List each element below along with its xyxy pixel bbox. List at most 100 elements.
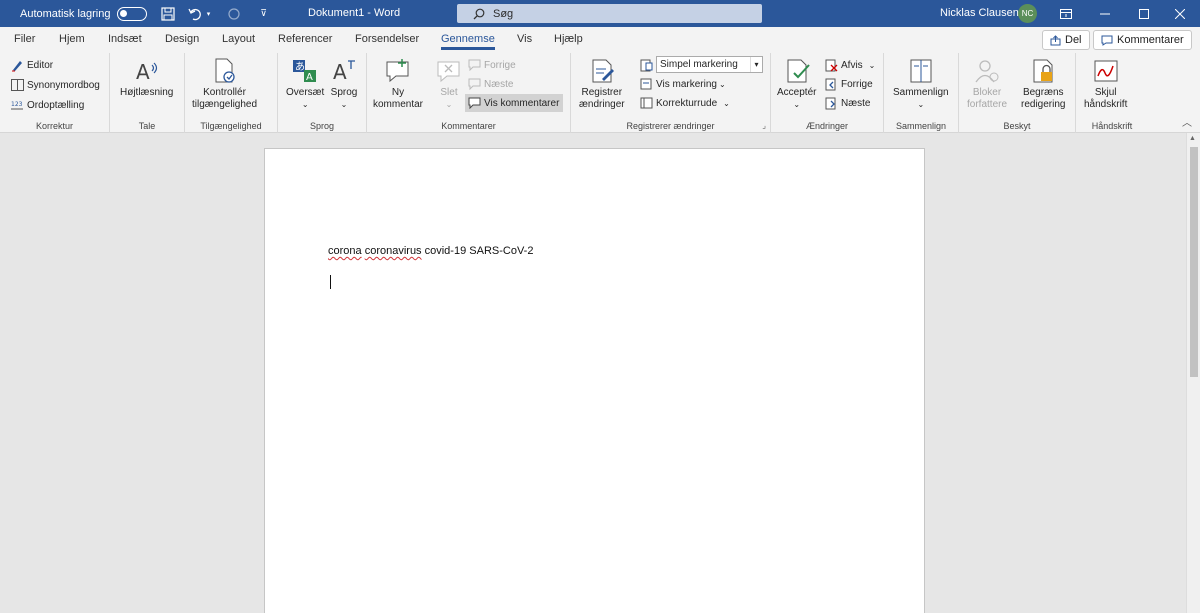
- tab-hjaelp[interactable]: Hjælp: [554, 33, 583, 45]
- group-label-tilgaengelighed: Tilgængelighed: [200, 121, 262, 131]
- next-change-button[interactable]: Næste: [824, 96, 870, 110]
- markup-display-icon-wrap: [639, 58, 656, 72]
- tab-filer[interactable]: Filer: [14, 33, 35, 45]
- compare-button[interactable]: Sammenlign ⌄: [893, 56, 949, 111]
- delete-comment-button[interactable]: Slet ⌄: [434, 56, 464, 111]
- chevron-down-icon: ▾: [750, 57, 762, 72]
- block-authors-button[interactable]: Bloker forfattere: [967, 56, 1007, 111]
- tab-design[interactable]: Design: [165, 33, 199, 45]
- search-placeholder: Søg: [493, 7, 514, 20]
- group-label-protect: Beskyt: [1003, 121, 1031, 131]
- comments-label: Kommentarer: [1117, 34, 1184, 46]
- track-changes-icon: [587, 56, 617, 86]
- tab-forsendelser[interactable]: Forsendelser: [355, 33, 419, 45]
- check-accessibility-button[interactable]: Kontrollér tilgængelighed: [192, 56, 257, 111]
- word-corona[interactable]: corona: [328, 245, 362, 257]
- lock-icon: [1028, 56, 1058, 86]
- close-icon[interactable]: [1160, 0, 1200, 27]
- text-cursor: [330, 275, 331, 289]
- language-button[interactable]: A Sprog ⌄: [329, 56, 359, 111]
- group-compare: Sammenlign ⌄ Sammenlign: [884, 53, 959, 133]
- scroll-up-icon[interactable]: ▲: [1189, 135, 1196, 142]
- word-coronavirus[interactable]: coronavirus: [365, 245, 422, 257]
- reject-button[interactable]: Afvis ⌄: [824, 58, 875, 72]
- block-authors-icon: [972, 56, 1002, 86]
- next-comment-button[interactable]: Næste: [467, 77, 513, 91]
- accessibility-icon: [210, 56, 240, 86]
- user-name[interactable]: Nicklas Clausen: [940, 7, 1019, 19]
- redo-icon: [225, 5, 243, 23]
- compare-icon: [906, 56, 936, 86]
- group-changes: Acceptér ⌄ Afvis ⌄ Forrige Næste Ændring…: [771, 53, 884, 133]
- document-area[interactable]: corona coronavirus covid-19 SARS-CoV-2: [0, 133, 1200, 613]
- group-label-ink: Håndskrift: [1091, 121, 1133, 131]
- tab-hjem[interactable]: Hjem: [59, 33, 85, 45]
- previous-change-button[interactable]: Forrige: [824, 77, 873, 91]
- show-comments-button[interactable]: Vis kommentarer: [465, 94, 564, 112]
- svg-text:123: 123: [11, 101, 23, 108]
- avatar[interactable]: NC: [1018, 4, 1037, 23]
- scrollbar-thumb[interactable]: [1190, 147, 1198, 377]
- translate-button[interactable]: あA Oversæt ⌄: [286, 56, 324, 111]
- group-label-sprog: Sprog: [309, 121, 335, 131]
- document-page[interactable]: corona coronavirus covid-19 SARS-CoV-2: [264, 148, 925, 613]
- hide-ink-button[interactable]: Skjul håndskrift: [1084, 56, 1127, 111]
- word-count-icon: 123: [10, 98, 24, 112]
- accept-button[interactable]: Acceptér ⌄: [777, 56, 816, 111]
- tab-gennemse[interactable]: Gennemse: [441, 33, 495, 50]
- group-label-compare: Sammenlign: [895, 121, 947, 131]
- search-box[interactable]: Søg: [457, 4, 762, 23]
- restrict-editing-button[interactable]: Begræns redigering: [1021, 56, 1065, 111]
- ribbon-tabs: Filer Hjem Indsæt Design Layout Referenc…: [0, 27, 1200, 53]
- markup-select[interactable]: Simpel markering ▾: [656, 56, 763, 73]
- delete-comment-icon: [434, 56, 464, 86]
- editor-button[interactable]: Editor: [10, 58, 53, 72]
- tab-vis[interactable]: Vis: [517, 33, 532, 45]
- group-tale: A Højtlæsning Tale: [110, 53, 185, 133]
- group-korrektur: Editor Synonymordbog 123 Ordoptælling Ko…: [0, 53, 110, 133]
- word-covid[interactable]: covid-19: [425, 245, 467, 257]
- editor-pen-icon: [10, 58, 24, 72]
- customize-qat-icon[interactable]: ⊽: [255, 5, 273, 23]
- undo-dropdown-icon[interactable]: ▾: [205, 5, 213, 23]
- show-markup-icon: [639, 77, 653, 91]
- new-comment-button[interactable]: Ny kommentar: [373, 56, 423, 111]
- show-markup-button[interactable]: Vis markering ⌄: [639, 77, 726, 91]
- tab-referencer[interactable]: Referencer: [278, 33, 332, 45]
- word-count-button[interactable]: 123 Ordoptælling: [10, 98, 84, 112]
- collapse-ribbon-icon[interactable]: ︿: [1182, 114, 1192, 129]
- autosave: Automatisk lagring: [20, 6, 147, 21]
- show-comments-icon: [467, 96, 481, 110]
- reviewing-pane-button[interactable]: Korrekturrude ⌄: [639, 96, 730, 110]
- group-label-changes: Ændringer: [805, 121, 849, 131]
- save-icon[interactable]: [159, 5, 177, 23]
- previous-comment-button[interactable]: Forrige: [467, 58, 516, 72]
- markup-display-icon: [639, 58, 653, 72]
- accept-icon: [782, 56, 812, 86]
- word-sars[interactable]: SARS-CoV-2: [469, 245, 533, 257]
- share-icon: [1050, 34, 1061, 45]
- group-kommentarer: Ny kommentar Slet ⌄ Forrige Næste Vis ko…: [367, 53, 571, 133]
- share-button[interactable]: Del: [1042, 30, 1090, 50]
- document-text[interactable]: corona coronavirus covid-19 SARS-CoV-2: [328, 245, 533, 257]
- next-change-icon: [824, 96, 838, 110]
- svg-text:A: A: [136, 60, 150, 84]
- track-changes-button[interactable]: Registrer ændringer: [579, 56, 625, 111]
- ribbon: Editor Synonymordbog 123 Ordoptælling Ko…: [0, 53, 1200, 133]
- reject-icon: [824, 58, 838, 72]
- tab-indsaet[interactable]: Indsæt: [108, 33, 142, 45]
- hide-ink-icon: [1091, 56, 1121, 86]
- document-title: Dokument1 - Word: [308, 7, 401, 19]
- group-label-kommentarer: Kommentarer: [441, 121, 496, 131]
- dialog-launcher-icon[interactable]: ⌟: [762, 121, 766, 130]
- vertical-scrollbar[interactable]: ▲: [1186, 133, 1200, 613]
- thesaurus-button[interactable]: Synonymordbog: [10, 78, 100, 92]
- undo-icon[interactable]: [187, 5, 205, 23]
- autosave-toggle[interactable]: [116, 6, 147, 21]
- tab-layout[interactable]: Layout: [222, 33, 255, 45]
- comments-button[interactable]: Kommentarer: [1093, 30, 1192, 50]
- read-aloud-button[interactable]: A Højtlæsning: [120, 56, 173, 99]
- previous-change-icon: [824, 77, 838, 91]
- title-bar: Automatisk lagring ▾ ⊽ Dokument1 - Word …: [0, 0, 1200, 27]
- svg-text:あ: あ: [295, 61, 305, 73]
